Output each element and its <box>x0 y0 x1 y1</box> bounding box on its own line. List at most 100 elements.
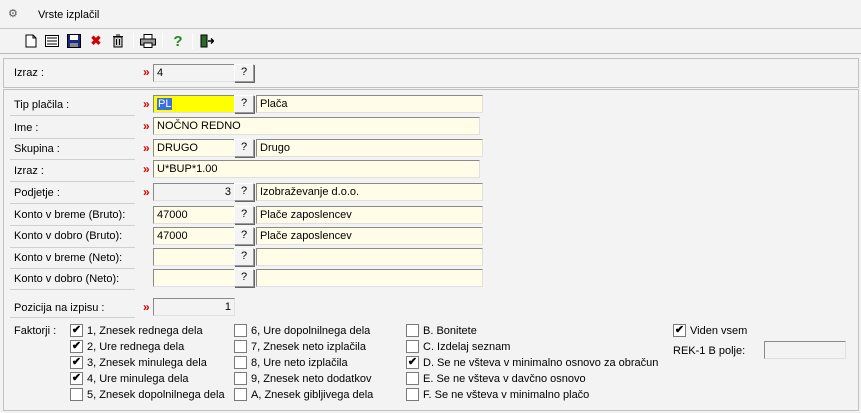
divider <box>10 225 135 226</box>
faktor-checkbox[interactable] <box>406 388 419 401</box>
konto-dobro-bruto-label: Konto v dobro (Bruto): <box>14 230 123 242</box>
tip-placila-description: Plača <box>256 95 483 113</box>
pozicija-label: Pozicija na izpisu : <box>14 302 105 314</box>
toolbar-separator <box>162 33 163 49</box>
skupina-lookup-button[interactable]: ? <box>234 139 254 157</box>
required-marker: » <box>143 141 150 155</box>
podjetje-label: Podjetje : <box>14 187 60 199</box>
izraz-label: Izraz : <box>14 165 44 177</box>
check-icon: ✔ <box>71 324 82 336</box>
faktor-checkbox[interactable] <box>70 388 83 401</box>
konto-dobro-bruto-description: Plače zaposlencev <box>256 227 483 245</box>
faktor-checkbox[interactable] <box>234 324 247 337</box>
help-icon[interactable]: ? <box>169 32 187 50</box>
konto-breme-bruto-label: Konto v breme (Bruto): <box>14 209 126 221</box>
podjetje-lookup-button[interactable]: ? <box>234 183 254 201</box>
faktor-label: 6, Ure dopolnilnega dela <box>251 325 371 337</box>
check-icon: ✔ <box>674 324 685 336</box>
save-icon[interactable] <box>65 32 83 50</box>
faktor-checkbox[interactable] <box>406 340 419 353</box>
divider <box>10 203 135 204</box>
konto-dobro-neto-description <box>256 269 483 287</box>
faktor-checkbox[interactable]: ✔ <box>70 372 83 385</box>
podjetje-description: Izobraževanje d.o.o. <box>256 183 483 201</box>
podjetje-field[interactable]: 3 <box>153 183 235 201</box>
main-panel: Tip plačila : » PL ? Plača Ime : » NOČNO… <box>3 89 859 411</box>
divider <box>10 181 135 182</box>
faktor-label: D. Se ne všteva v minimalno osnovo za ob… <box>423 357 659 369</box>
faktor-label: A, Znesek gibljivega dela <box>251 389 374 401</box>
faktor-label: 2, Ure rednega dela <box>87 341 185 353</box>
exit-icon[interactable] <box>198 32 216 50</box>
check-icon: ✔ <box>71 340 82 352</box>
title-bar: ⚙ Vrste izplačil <box>0 0 861 28</box>
konto-breme-bruto-lookup-button[interactable]: ? <box>234 206 254 224</box>
faktor-label: B. Bonitete <box>423 325 477 337</box>
required-marker: » <box>143 300 150 314</box>
konto-breme-bruto-field[interactable]: 47000 <box>153 206 235 224</box>
konto-dobro-neto-lookup-button[interactable]: ? <box>234 269 254 287</box>
divider <box>10 268 135 269</box>
faktor-checkbox[interactable] <box>234 388 247 401</box>
divider <box>10 247 135 248</box>
izraz-filter-label: Izraz : <box>14 67 44 79</box>
faktor-checkbox[interactable] <box>234 340 247 353</box>
divider <box>10 115 135 116</box>
toolbar: ✖ ? <box>0 28 861 54</box>
faktor-checkbox[interactable] <box>406 372 419 385</box>
tip-placila-label: Tip plačila : <box>14 99 70 111</box>
required-marker: » <box>143 185 150 199</box>
faktorji-label: Faktorji : <box>14 325 57 337</box>
konto-breme-bruto-description: Plače zaposlencev <box>256 206 483 224</box>
app-icon: ⚙ <box>8 8 18 20</box>
faktor-label: E. Se ne všteva v davčno osnovo <box>423 373 586 385</box>
trash-icon[interactable] <box>109 32 127 50</box>
check-icon: ✔ <box>71 372 82 384</box>
faktor-label: 9, Znesek neto dodatkov <box>251 373 372 385</box>
konto-breme-neto-field[interactable] <box>153 248 235 266</box>
konto-breme-neto-lookup-button[interactable]: ? <box>234 248 254 266</box>
izraz-filter-lookup-button[interactable]: ? <box>234 64 254 82</box>
faktor-checkbox[interactable]: ✔ <box>406 356 419 369</box>
required-marker: » <box>143 97 150 111</box>
rek-field[interactable] <box>764 341 846 359</box>
faktor-label: F. Se ne všteva v minimalno plačo <box>423 389 590 401</box>
skupina-label: Skupina : <box>14 143 60 155</box>
konto-breme-neto-label: Konto v breme (Neto): <box>14 252 123 264</box>
divider <box>10 289 135 290</box>
print-icon[interactable] <box>139 32 157 50</box>
window-title: Vrste izplačil <box>38 9 100 21</box>
konto-dobro-neto-label: Konto v dobro (Neto): <box>14 273 120 285</box>
faktor-checkbox[interactable] <box>234 356 247 369</box>
faktor-checkbox[interactable]: ✔ <box>70 340 83 353</box>
new-icon[interactable] <box>22 32 40 50</box>
konto-breme-neto-description <box>256 248 483 266</box>
faktor-label: 5, Znesek dopolnilnega dela <box>87 389 225 401</box>
faktor-checkbox[interactable]: ✔ <box>70 324 83 337</box>
skupina-field[interactable]: DRUGO <box>153 139 235 157</box>
required-marker: » <box>143 119 150 133</box>
check-icon: ✔ <box>407 356 418 368</box>
list-icon[interactable] <box>43 32 61 50</box>
divider <box>10 159 135 160</box>
faktor-checkbox[interactable] <box>234 372 247 385</box>
konto-dobro-neto-field[interactable] <box>153 269 235 287</box>
izraz-field[interactable]: U*BUP*1.00 <box>153 160 480 178</box>
izraz-filter-field[interactable]: 4 <box>153 64 235 82</box>
divider <box>10 317 135 318</box>
konto-dobro-bruto-lookup-button[interactable]: ? <box>234 227 254 245</box>
check-icon: ✔ <box>71 356 82 368</box>
viden-vsem-checkbox[interactable]: ✔ <box>673 324 686 337</box>
faktor-label: C. Izdelaj seznam <box>423 341 511 353</box>
viden-vsem-label: Viden vsem <box>690 325 748 337</box>
ime-label: Ime : <box>14 122 39 134</box>
faktor-checkbox[interactable]: ✔ <box>70 356 83 369</box>
tip-placila-lookup-button[interactable]: ? <box>234 95 254 113</box>
tip-placila-field[interactable]: PL <box>153 95 235 113</box>
delete-icon[interactable]: ✖ <box>87 32 105 50</box>
ime-field[interactable]: NOČNO REDNO <box>153 117 480 135</box>
pozicija-field[interactable]: 1 <box>153 298 235 316</box>
konto-dobro-bruto-field[interactable]: 47000 <box>153 227 235 245</box>
faktor-checkbox[interactable] <box>406 324 419 337</box>
rek-label: REK-1 B polje: <box>673 345 746 357</box>
